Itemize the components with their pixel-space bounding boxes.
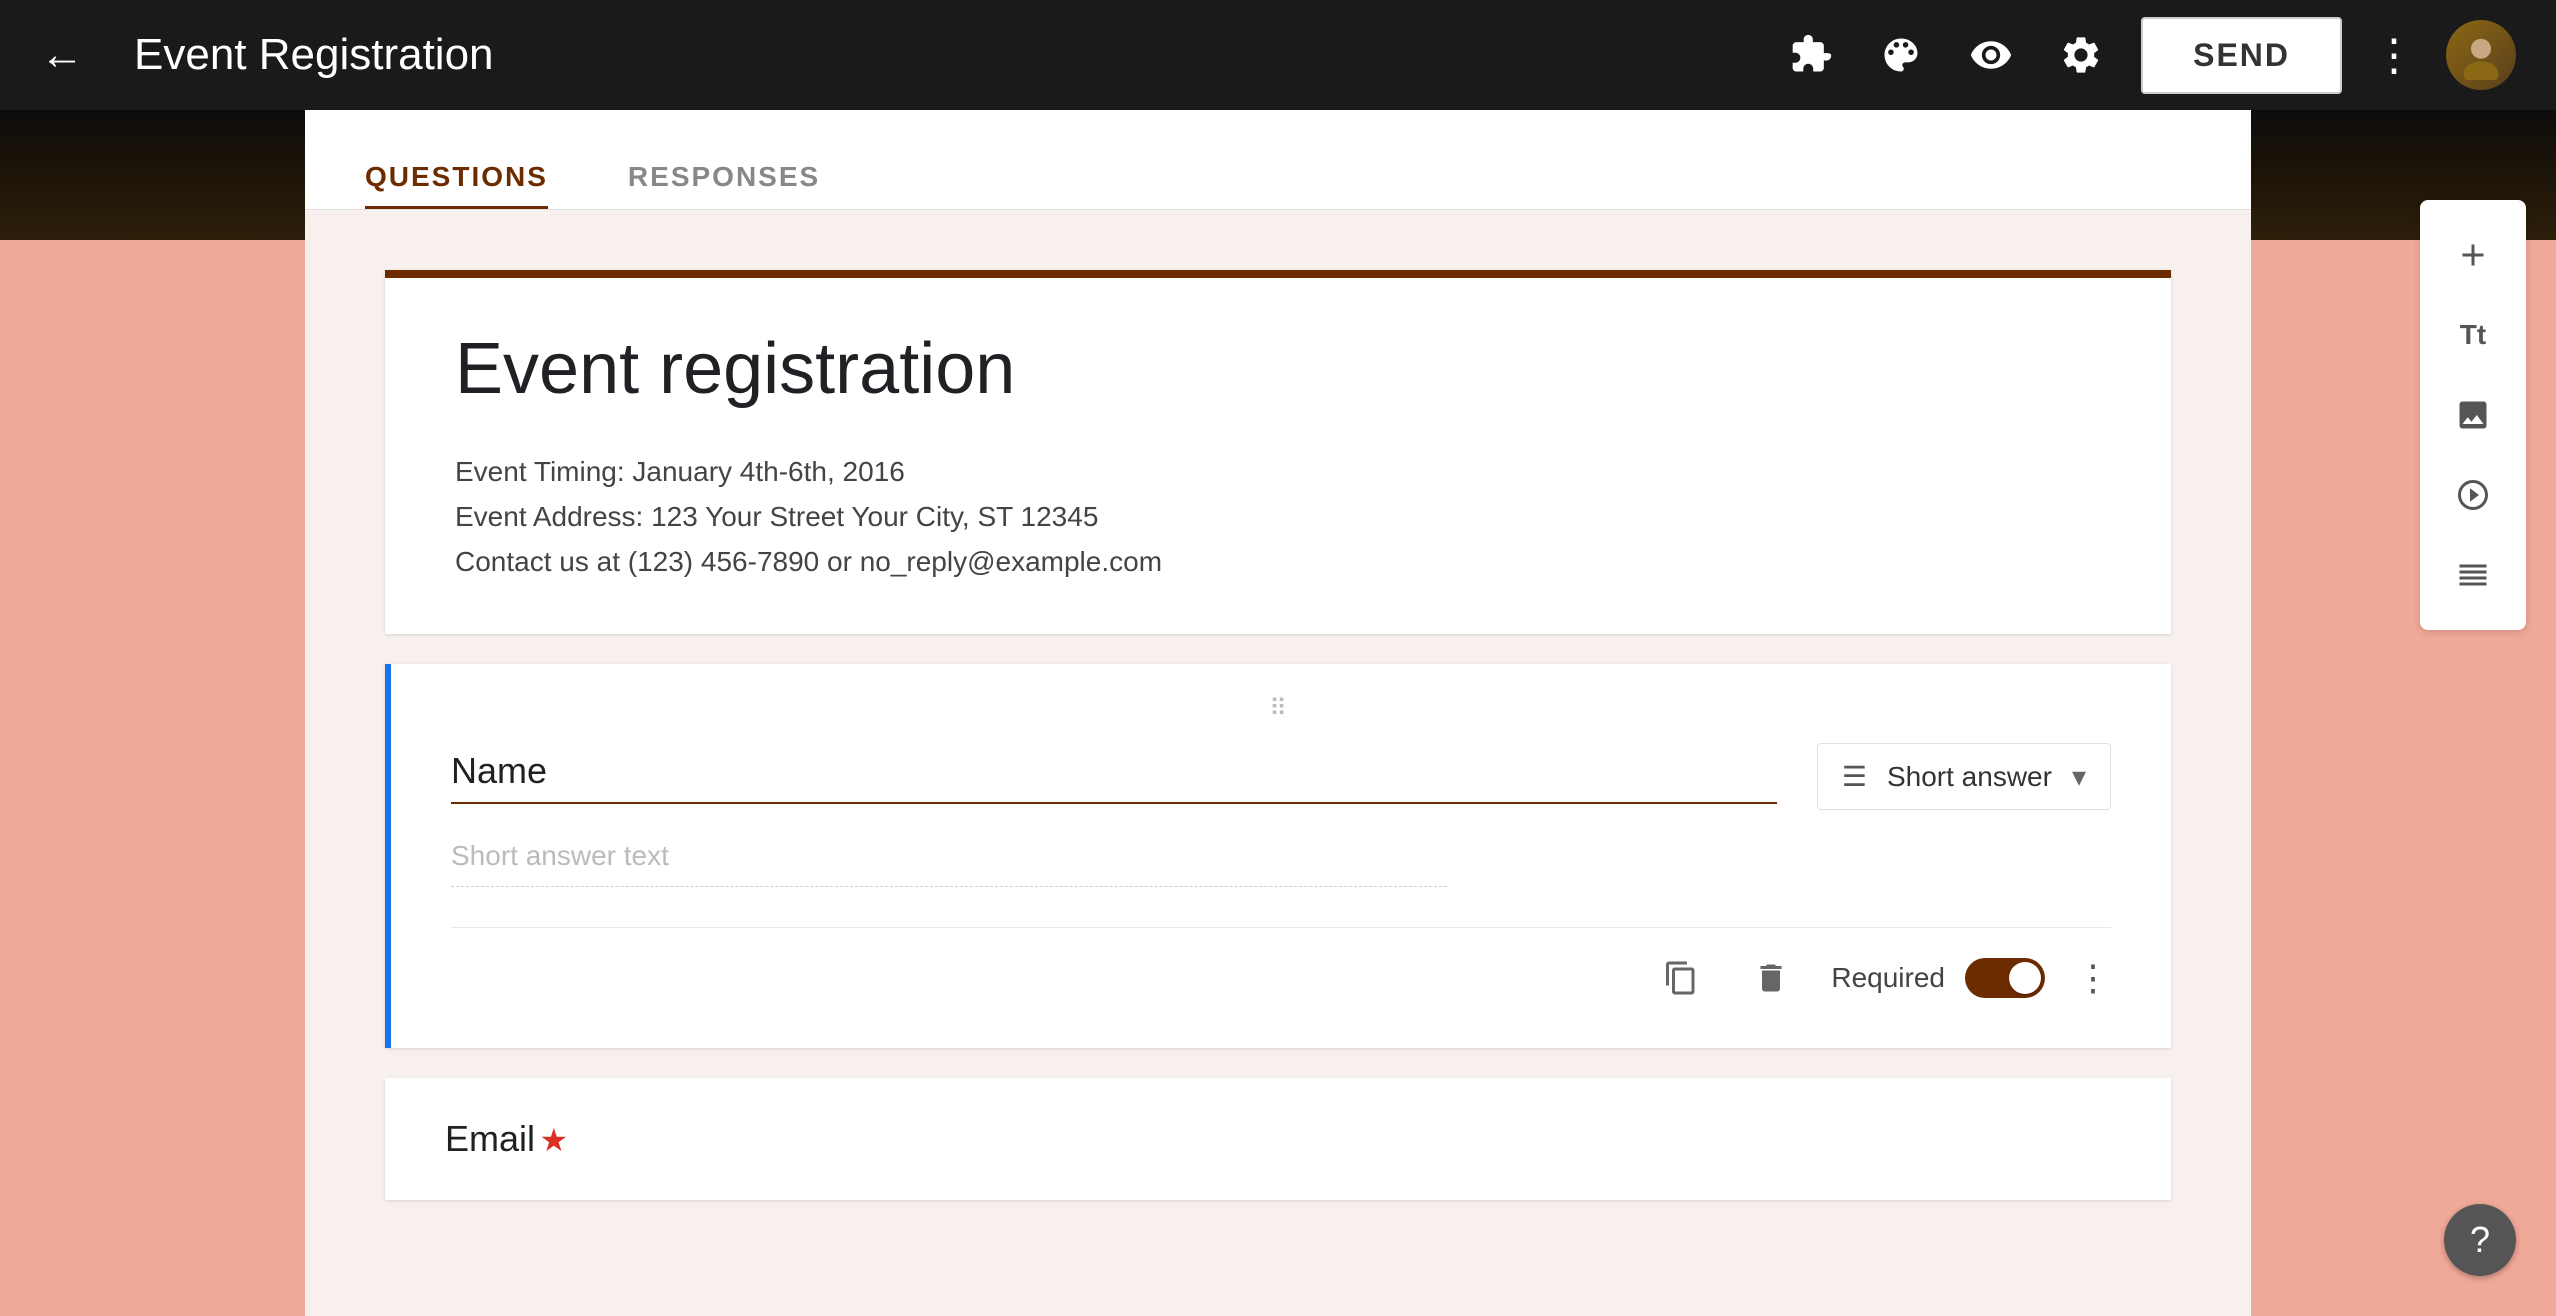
delete-icon[interactable] — [1741, 948, 1801, 1008]
page-title: Event Registration — [134, 30, 1751, 80]
form-header-card: Event registration Event Timing: January… — [385, 270, 2171, 634]
question-type-selector[interactable]: ☰ Short answer ▾ — [1817, 743, 2111, 810]
duplicate-icon[interactable] — [1651, 948, 1711, 1008]
right-sidebar: Tt — [2420, 200, 2526, 630]
required-label: Required — [1831, 962, 1945, 994]
required-section: Required — [1831, 958, 2045, 998]
top-bar: ← Event Registration SEND ⋮ — [0, 0, 2556, 110]
email-label: Email — [445, 1118, 535, 1159]
add-image-tool[interactable] — [2438, 380, 2508, 450]
bg-left-panel — [0, 110, 305, 1316]
extensions-icon[interactable] — [1781, 25, 1841, 85]
title-icon: Tt — [2460, 319, 2486, 351]
drag-handle[interactable]: ⠿ — [451, 694, 2111, 723]
tab-bar: QUESTIONS RESPONSES — [305, 130, 2251, 210]
add-title-tool[interactable]: Tt — [2438, 300, 2508, 370]
question-actions: Required ⋮ — [451, 948, 2111, 1008]
question-card-name: ⠿ ☰ Short answer ▾ Short answer text — [385, 664, 2171, 1048]
form-area: Event registration Event Timing: January… — [305, 210, 2251, 1316]
toggle-knob — [2009, 962, 2041, 994]
question-more-icon[interactable]: ⋮ — [2075, 957, 2111, 999]
add-question-tool[interactable] — [2438, 220, 2508, 290]
avatar[interactable] — [2446, 20, 2516, 90]
required-star: ★ — [539, 1122, 568, 1158]
settings-icon[interactable] — [2051, 25, 2111, 85]
back-button[interactable]: ← — [40, 30, 84, 80]
help-button[interactable]: ? — [2444, 1204, 2516, 1276]
question-top: ☰ Short answer ▾ — [451, 743, 2111, 810]
question-name-input[interactable] — [451, 750, 1777, 804]
tab-responses[interactable]: RESPONSES — [628, 161, 820, 209]
form-title: Event registration — [455, 328, 2101, 410]
question-card-email: Email ★ — [385, 1078, 2171, 1200]
short-answer-icon: ☰ — [1842, 760, 1867, 793]
add-video-tool[interactable] — [2438, 460, 2508, 530]
center-panel: QUESTIONS RESPONSES Event registration E… — [305, 0, 2251, 1316]
card-divider — [451, 927, 2111, 928]
form-description: Event Timing: January 4th-6th, 2016 Even… — [455, 450, 2101, 584]
required-toggle[interactable] — [1965, 958, 2045, 998]
more-options-icon[interactable]: ⋮ — [2372, 30, 2416, 81]
palette-icon[interactable] — [1871, 25, 1931, 85]
answer-placeholder: Short answer text — [451, 840, 1447, 887]
send-button[interactable]: SEND — [2141, 17, 2342, 94]
tab-questions[interactable]: QUESTIONS — [365, 161, 548, 209]
chevron-down-icon: ▾ — [2072, 760, 2086, 793]
question-type-label: Short answer — [1887, 761, 2052, 793]
preview-icon[interactable] — [1961, 25, 2021, 85]
add-section-tool[interactable] — [2438, 540, 2508, 610]
